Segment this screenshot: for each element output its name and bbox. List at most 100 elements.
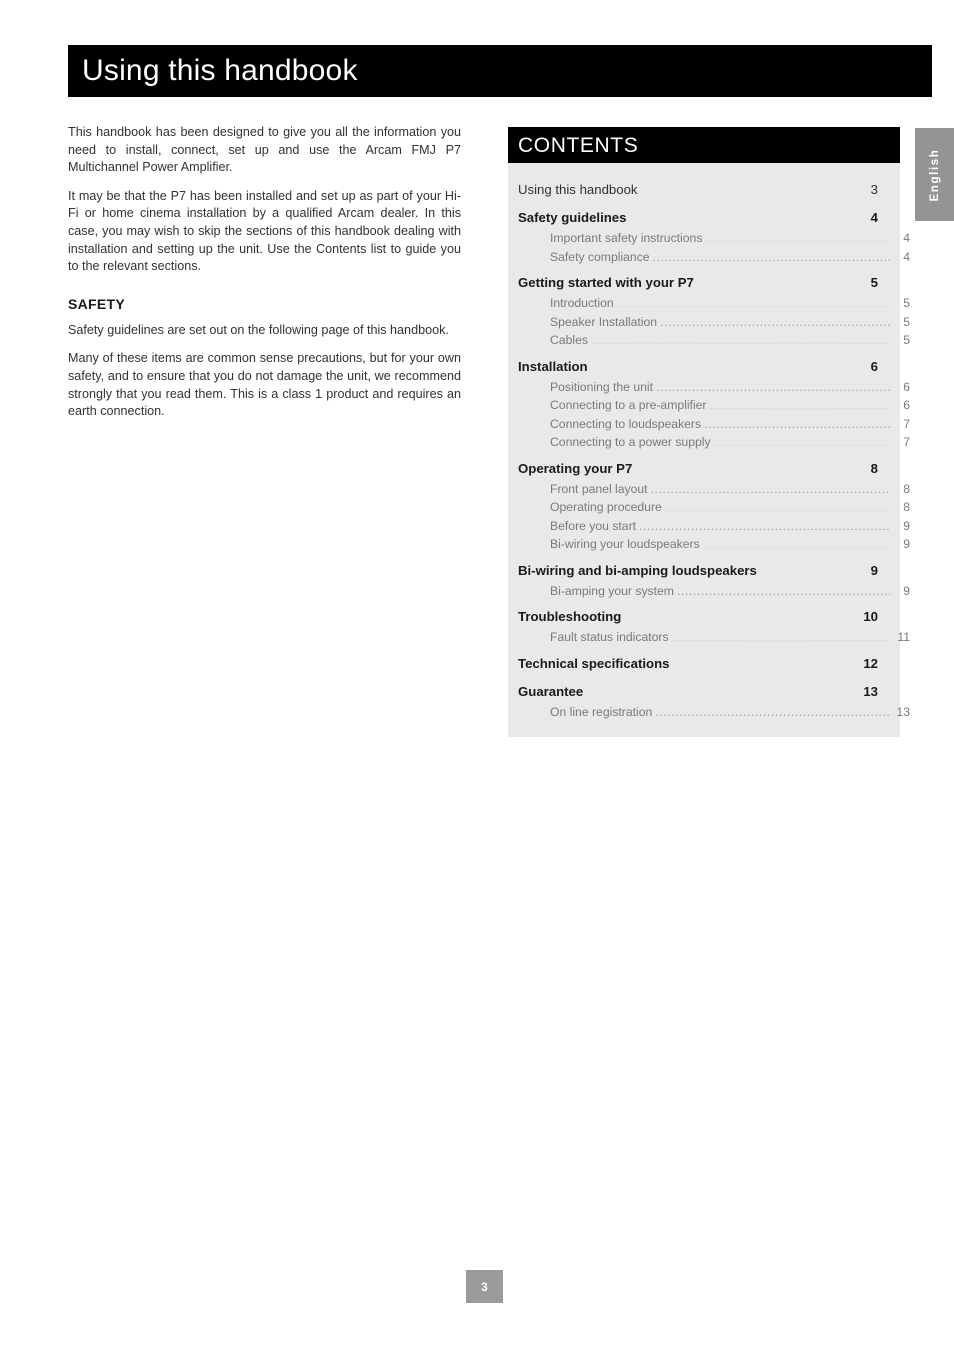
toc-entry-label: Fault status indicators (550, 630, 669, 644)
toc-leader-dots (672, 654, 858, 667)
toc-leader-dots (651, 480, 890, 492)
toc-group: Troubleshooting 10 Fault status indicators… (518, 605, 910, 647)
toc-leader-dots (617, 295, 890, 307)
toc-subentry[interactable]: Cables 5 (518, 331, 910, 350)
toc-entry-page: 5 (870, 275, 878, 290)
toc-entry-label: Bi-wiring your loudspeakers (550, 537, 700, 551)
toc-leader-dots (641, 181, 859, 194)
toc-leader-dots (704, 415, 890, 427)
toc-entry[interactable]: Installation 6 (518, 355, 878, 378)
toc-group: Bi-wiring and bi-amping loudspeakers9Bi-… (518, 559, 910, 601)
toc-group: Installation6Positioning the unit 6 Connec… (518, 355, 910, 452)
toc-leader-dots (710, 397, 891, 409)
toc-entry-label: Speaker Installation (550, 314, 658, 329)
toc-leader-dots (635, 459, 858, 472)
toc-subentry[interactable]: Connecting to a power supply 7 (518, 433, 910, 452)
toc-entry[interactable]: Safety guidelines 4 (518, 206, 878, 229)
toc-entry-label: Guarantee (518, 683, 584, 699)
toc-entry-page: 13 (896, 704, 910, 719)
toc-entry-page: 12 (863, 655, 878, 671)
toc-entry-label: Getting started with your P7 (518, 275, 694, 290)
toc-entry-page: 9 (903, 537, 910, 551)
toc-leader-dots (677, 582, 890, 594)
toc-subentry[interactable]: Important safety instructions 4 (518, 229, 910, 248)
toc-entry[interactable]: Guarantee 13 (518, 680, 878, 703)
toc-entry-label: Front panel layout (550, 481, 648, 496)
toc-subentry[interactable]: Introduction 5 (518, 294, 910, 313)
toc-group: Safety guidelines 4 Important safety instr… (518, 206, 910, 266)
toc-leader-dots (629, 209, 858, 222)
toc-entry[interactable]: Bi-wiring and bi-amping loudspeakers 9 (518, 559, 878, 582)
toc-leader-dots (703, 536, 890, 548)
toc-subentry[interactable]: Fault status indicators 11 (518, 628, 910, 647)
toc-leader-dots (714, 434, 890, 446)
toc-entry-label: Important safety instructions (550, 231, 703, 245)
toc-leader-dots (705, 230, 890, 242)
language-tab-label: English (928, 148, 941, 201)
toc-leader-dots (656, 378, 890, 390)
toc-subentry[interactable]: Bi-amping your system 9 (518, 582, 910, 601)
toc-subentry[interactable]: Before you start 9 (518, 517, 910, 536)
toc-entry-page: 9 (903, 518, 910, 533)
toc-entry-label: Safety compliance (550, 249, 650, 264)
contents-heading: CONTENTS (518, 133, 639, 157)
toc-entry-label: Connecting to loudspeakers (550, 416, 702, 431)
toc-leader-dots (697, 274, 858, 287)
safety-paragraph-2: Many of these items are common sense pre… (68, 351, 461, 419)
page-number-badge: 3 (466, 1270, 503, 1303)
intro-column: This handbook has been designed to give … (68, 124, 461, 421)
toc-entry-page: 8 (870, 460, 878, 476)
toc-entry-page: 5 (903, 314, 910, 329)
toc-entry-page: 6 (903, 379, 910, 394)
contents-header: CONTENTS (508, 127, 900, 163)
toc-entry-label: On line registration (550, 704, 653, 719)
toc-entry-label: Cables (550, 333, 588, 347)
toc-leader-dots (672, 629, 890, 641)
toc-leader-dots (653, 248, 890, 260)
toc-entry-label: Operating your P7 (518, 460, 633, 476)
toc-subentry[interactable]: Operating procedure 8 (518, 498, 910, 517)
toc-subentry[interactable]: Connecting to a pre-amplifier 6 (518, 396, 910, 415)
toc-entry-label: Positioning the unit (550, 379, 653, 394)
toc-leader-dots (591, 357, 858, 370)
toc-leader-dots (624, 608, 858, 621)
toc-subentry[interactable]: Front panel layout 8 (518, 480, 910, 499)
page-number-label: 3 (481, 1279, 488, 1294)
toc-entry-label: Operating procedure (550, 500, 662, 514)
toc-leader-dots (760, 561, 858, 574)
safety-heading: SAFETY (68, 295, 126, 312)
toc-subentry[interactable]: Bi-wiring your loudspeakers 9 (518, 535, 910, 554)
toc-leader-dots (655, 703, 890, 715)
toc-group: Getting started with your P75Introductio… (518, 271, 910, 350)
toc-subentry[interactable]: Positioning the unit 6 (518, 378, 910, 397)
toc-entry[interactable]: Using this handbook 3 (518, 178, 878, 201)
toc-subentry[interactable]: On line registration 13 (518, 703, 910, 722)
toc-entry-page: 7 (903, 416, 910, 431)
toc-entry[interactable]: Troubleshooting 10 (518, 605, 878, 628)
toc-entry-page: 3 (870, 182, 878, 197)
contents-list: Using this handbook 3 Safety guidelines 4 Im… (508, 163, 910, 737)
toc-subentry[interactable]: Safety compliance 4 (518, 248, 910, 267)
toc-entry-label: Connecting to a power supply (550, 435, 711, 449)
toc-subentry[interactable]: Connecting to loudspeakers 7 (518, 415, 910, 434)
toc-leader-dots (586, 682, 858, 695)
toc-entry-label: Introduction (550, 296, 614, 310)
toc-group: Operating your P78Front panel layout8Ope… (518, 457, 910, 554)
safety-paragraph-1: Safety guidelines are set out on the fol… (68, 322, 449, 337)
toc-entry-page: 4 (870, 210, 878, 225)
toc-entry-label: Before you start (550, 518, 637, 533)
toc-subentry[interactable]: Speaker Installation 5 (518, 313, 910, 332)
toc-entry-page: 8 (903, 500, 910, 514)
page-title-bar: Using this handbook (68, 45, 932, 97)
contents-panel: CONTENTS Using this handbook 3 Safety guid… (508, 127, 910, 737)
toc-entry-label: Technical specifications (518, 655, 670, 671)
toc-entry-label: Troubleshooting (518, 609, 622, 624)
toc-entry-label: Using this handbook (518, 182, 638, 197)
toc-entry-label: Safety guidelines (518, 210, 627, 225)
toc-entry-label: Bi-wiring and bi-amping loudspeakers (518, 562, 757, 578)
page-title: Using this handbook (82, 54, 358, 87)
toc-entry-page: 9 (870, 562, 878, 578)
toc-entry[interactable]: Technical specifications 12 (518, 652, 878, 675)
toc-entry[interactable]: Operating your P7 8 (518, 457, 878, 480)
toc-entry[interactable]: Getting started with your P7 5 (518, 271, 878, 294)
